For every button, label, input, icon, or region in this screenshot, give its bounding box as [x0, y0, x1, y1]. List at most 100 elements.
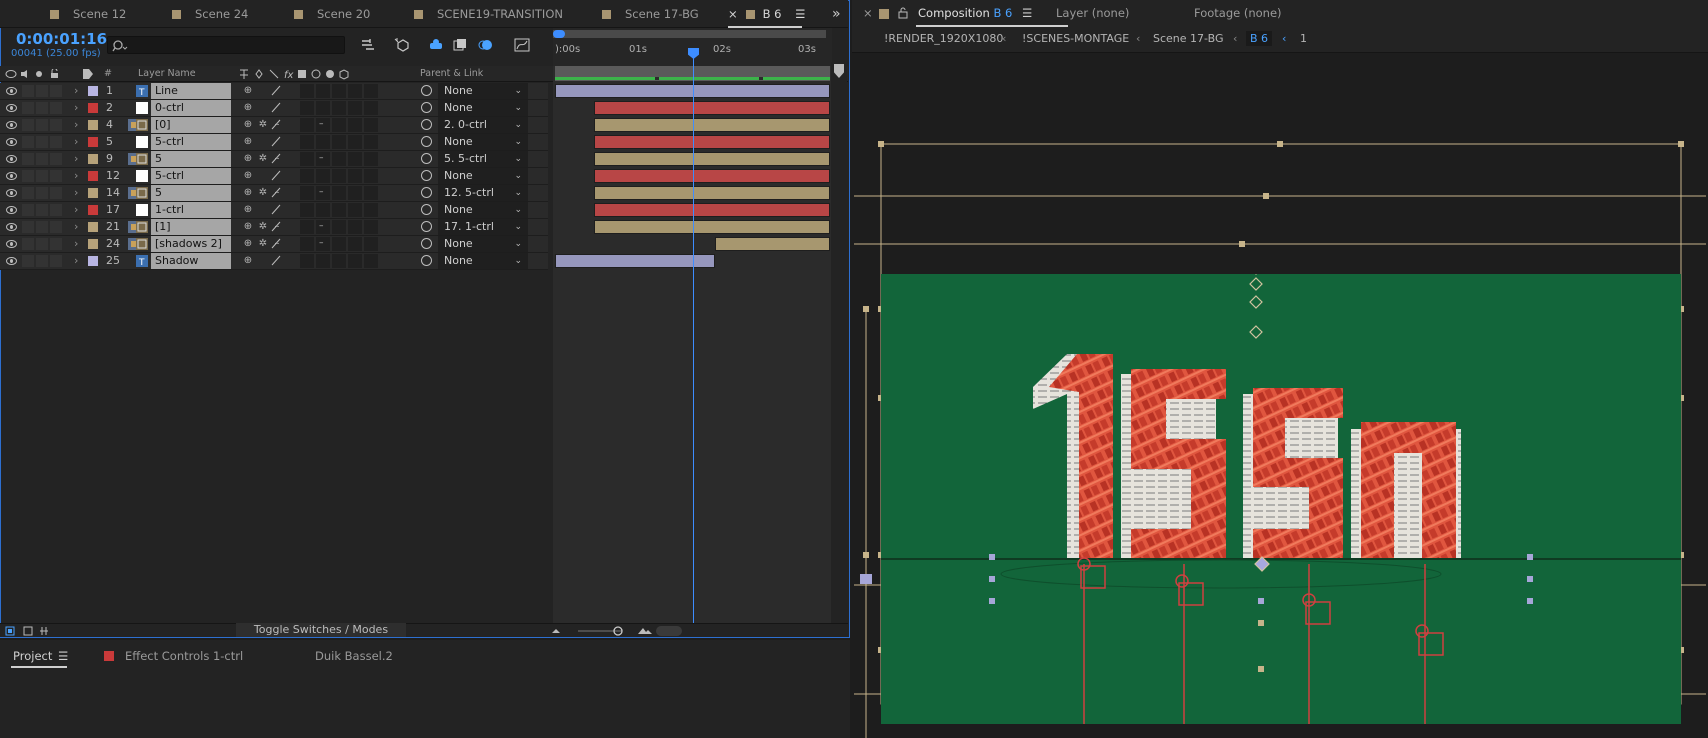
audio-switch[interactable]	[22, 221, 34, 233]
layer-label-color[interactable]	[88, 222, 98, 232]
motion-blur-switch[interactable]	[332, 101, 346, 115]
3d-layer-switch[interactable]	[364, 237, 378, 251]
solo-switch[interactable]	[36, 255, 48, 267]
effect-switch[interactable]	[300, 101, 314, 115]
collapse-switch-icon[interactable]: ✲	[258, 221, 268, 232]
3d-layer-switch[interactable]	[364, 135, 378, 149]
work-area-start-handle[interactable]	[553, 30, 565, 38]
breadcrumb-b6[interactable]: B 6	[1246, 31, 1273, 46]
shy-layers-icon[interactable]	[428, 37, 444, 53]
pick-whip-icon[interactable]	[421, 238, 432, 249]
effect-switch[interactable]	[300, 118, 314, 132]
tab-composition-b6[interactable]: Composition B 6 ☰	[918, 0, 1032, 27]
motion-blur-switch[interactable]	[332, 135, 346, 149]
tab-scene-17-bg[interactable]: Scene 17-BG	[602, 0, 699, 28]
shy-switch-icon[interactable]: ⊕	[243, 238, 253, 249]
parent-dropdown[interactable]: None ⌄	[438, 202, 528, 218]
playhead-line[interactable]	[693, 52, 694, 624]
shy-switch-icon[interactable]: ⊕	[243, 204, 253, 215]
frame-blend-switch[interactable]: –	[316, 220, 330, 234]
collapse-switch-icon[interactable]: ✲	[258, 187, 268, 198]
video-visibility-icon[interactable]	[6, 138, 17, 146]
effect-switch[interactable]	[300, 152, 314, 166]
column-layer-name[interactable]: Layer Name	[138, 68, 196, 79]
panel-menu-icon[interactable]: ☰	[795, 7, 805, 21]
tab-footage[interactable]: Footage (none)	[1194, 0, 1282, 27]
quality-switch-icon[interactable]	[271, 136, 281, 147]
solo-switch[interactable]	[36, 170, 48, 182]
panel-toggle-icons[interactable]	[5, 625, 53, 637]
adjustment-switch[interactable]	[348, 118, 362, 132]
solo-switch[interactable]	[36, 204, 48, 216]
expand-chevron-icon[interactable]: ›	[74, 152, 78, 165]
frame-blend-switch[interactable]	[316, 169, 330, 183]
pick-whip-icon[interactable]	[421, 102, 432, 113]
parent-dropdown[interactable]: 17. 1-ctrl ⌄	[438, 219, 528, 235]
shy-switch-icon[interactable]: ⊕	[243, 170, 253, 181]
layer-duration-bar[interactable]	[593, 135, 830, 149]
parent-dropdown[interactable]: None ⌄	[438, 253, 528, 269]
layer-label-color[interactable]	[88, 154, 98, 164]
layer-name[interactable]: 5	[151, 185, 231, 201]
layer-row[interactable]: › 2 0-ctrl ⊕ None ⌄	[0, 100, 548, 117]
lock-switch[interactable]	[50, 221, 62, 233]
audio-switch[interactable]	[22, 204, 34, 216]
layer-label-color[interactable]	[88, 120, 98, 130]
comp-menu-icon[interactable]: ☰	[1022, 6, 1032, 20]
lock-icon[interactable]	[898, 7, 908, 19]
adjustment-switch[interactable]	[348, 84, 362, 98]
layer-row[interactable]: › 25 T Shadow ⊕ None ⌄	[0, 253, 548, 270]
layer-name[interactable]: [0]	[151, 117, 231, 133]
frame-blend-switch[interactable]: –	[316, 186, 330, 200]
comp-end-marker-icon[interactable]	[834, 64, 844, 78]
overflow-icon[interactable]: »	[832, 0, 841, 28]
adjustment-switch[interactable]	[348, 101, 362, 115]
tab-b6[interactable]: × B 6 ☰	[728, 0, 805, 28]
audio-switch[interactable]	[22, 119, 34, 131]
breadcrumb-scene-17-bg[interactable]: Scene 17-BG	[1153, 32, 1224, 45]
adjustment-switch[interactable]	[348, 152, 362, 166]
breadcrumb-render[interactable]: !RENDER_1920X1080	[884, 32, 1003, 45]
layer-name[interactable]: [shadows 2]	[151, 236, 231, 252]
solo-switch[interactable]	[36, 187, 48, 199]
layer-duration-bar[interactable]	[593, 186, 830, 200]
pick-whip-icon[interactable]	[421, 153, 432, 164]
pick-whip-icon[interactable]	[421, 187, 432, 198]
tab-layer[interactable]: Layer (none)	[1056, 0, 1129, 27]
parent-dropdown[interactable]: None ⌄	[438, 83, 528, 99]
pick-whip-icon[interactable]	[421, 170, 432, 181]
layer-label-color[interactable]	[88, 256, 98, 266]
parent-dropdown[interactable]: None ⌄	[438, 134, 528, 150]
layer-row[interactable]: › 12 5-ctrl ⊕ None ⌄	[0, 168, 548, 185]
layer-duration-bar[interactable]	[593, 152, 830, 166]
layer-duration-bar[interactable]	[593, 220, 830, 234]
frame-blend-switch[interactable]	[316, 101, 330, 115]
adjustment-switch[interactable]	[348, 254, 362, 268]
toggle-switches-modes-button[interactable]: Toggle Switches / Modes	[236, 623, 406, 637]
tab-scene-20[interactable]: Scene 20	[294, 0, 370, 28]
parent-dropdown[interactable]: None ⌄	[438, 236, 528, 252]
tab-scene19-transition[interactable]: SCENE19-TRANSITION	[414, 0, 563, 28]
motion-blur-switch[interactable]	[332, 220, 346, 234]
close-tab-icon[interactable]: ×	[728, 7, 738, 21]
adjustment-switch[interactable]	[348, 186, 362, 200]
motion-blur-switch[interactable]	[332, 186, 346, 200]
expand-chevron-icon[interactable]: ›	[74, 101, 78, 114]
expand-chevron-icon[interactable]: ›	[74, 135, 78, 148]
3d-layer-switch[interactable]	[364, 254, 378, 268]
expand-chevron-icon[interactable]: ›	[74, 186, 78, 199]
expand-chevron-icon[interactable]: ›	[74, 169, 78, 182]
quality-switch-icon[interactable]	[271, 85, 281, 96]
solo-switch[interactable]	[36, 136, 48, 148]
3d-layer-switch[interactable]	[364, 84, 378, 98]
frame-blend-switch[interactable]: –	[316, 152, 330, 166]
video-visibility-icon[interactable]	[6, 172, 17, 180]
pick-whip-icon[interactable]	[421, 255, 432, 266]
motion-blur-switch[interactable]	[332, 169, 346, 183]
audio-switch[interactable]	[22, 136, 34, 148]
video-visibility-icon[interactable]	[6, 189, 17, 197]
audio-switch[interactable]	[22, 187, 34, 199]
effect-switch[interactable]	[300, 220, 314, 234]
collapse-switch-icon[interactable]: ✲	[258, 153, 268, 164]
layer-row[interactable]: › 5 5-ctrl ⊕ None ⌄	[0, 134, 548, 151]
